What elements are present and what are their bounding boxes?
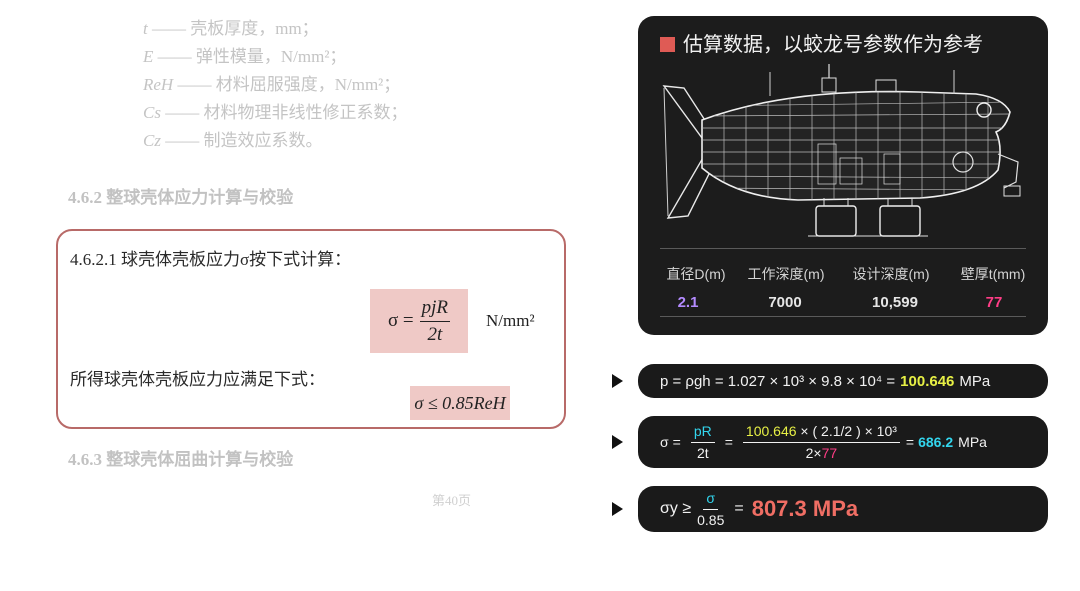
f2-equals-2: = (724, 434, 733, 450)
section-heading-463: 4.6.3 整球壳体屈曲计算与校验 (68, 450, 294, 469)
formula-denominator: 2t (427, 323, 443, 345)
f2-big-den: 2×77 (806, 443, 838, 462)
faded-def-reh: ReH —— 材料屈服强度，N/mm²； (143, 70, 400, 95)
f3-num: σ (703, 490, 719, 510)
page-number: 第40页 (432, 493, 472, 508)
f1-result: 100.646 (900, 372, 955, 390)
submarine-data-card: 估算数据，以蛟龙号参数作为参考 直径D(m) 工作深度(m) 设计深度(m) 壁… (638, 16, 1048, 335)
f1-expression: p = ρgh = 1.027 × 10³ × 9.8 × 10⁴ = (660, 372, 896, 390)
f2-pr-fraction: pR 2t (690, 423, 715, 462)
bullet-arrow-icon (612, 502, 623, 516)
pressure-formula-pill: p = ρgh = 1.027 × 10³ × 9.8 × 10⁴ = 100.… (638, 364, 1048, 398)
condition-text: 所得球壳体壳板应力应满足下式： (70, 370, 325, 389)
value-design-depth: 10,599 (872, 294, 918, 311)
formula-lhs: σ = (387, 310, 414, 331)
faded-def-cs: Cs —— 材料物理非线性修正系数； (143, 98, 407, 123)
value-thickness: 77 (985, 294, 1003, 311)
f2-equals-3: = (905, 434, 915, 450)
red-square-icon (660, 37, 675, 52)
highlighted-clause-box: 4.6.2.1 球壳体壳板应力σ按下式计算： σ = pjR 2t N/mm² … (56, 229, 566, 429)
f2-big-den-t: 77 (821, 444, 838, 461)
f2-equals: = (672, 434, 681, 450)
f1-unit: MPa (959, 372, 991, 390)
condition-formula: σ ≤ 0.85ReH (410, 386, 510, 420)
def-symbol: ReH (143, 75, 174, 94)
f3-lhs: σy ≥ (660, 500, 692, 517)
stress-formula-pill: σ = pR 2t = 100.646 × ( 2.1/2 ) × 10³ 2×… (638, 416, 1048, 468)
card-title-text: 估算数据，以蛟龙号参数作为参考 (683, 34, 983, 56)
f2-unit: MPa (958, 434, 987, 450)
f2-big-fraction: 100.646 × ( 2.1/2 ) × 10³ 2×77 (742, 422, 900, 462)
header-working-depth: 工作深度(m) (747, 266, 825, 282)
def-text: —— 弹性模量，N/mm²； (157, 47, 347, 66)
bullet-arrow-icon (612, 435, 623, 449)
def-symbol: Cs (143, 103, 161, 122)
stress-formula: σ = pjR 2t (370, 289, 468, 353)
bullet-arrow-icon (612, 374, 623, 388)
f2-sigma: σ (660, 434, 669, 450)
section-heading-462: 4.6.2 整球壳体应力计算与校验 (68, 188, 294, 207)
f2-result: 686.2 (918, 434, 954, 450)
f2-pr-den: 2t (696, 444, 709, 461)
submarine-wireframe-image (662, 64, 1021, 237)
f2-big-num-rest: × ( 2.1/2 ) × 10³ (800, 422, 897, 439)
f2-big-num: 100.646 × ( 2.1/2 ) × 10³ (742, 422, 900, 443)
f2-big-den-pre: 2× (805, 444, 822, 461)
def-symbol: t (143, 19, 148, 38)
table-top-rule (660, 248, 1026, 249)
formula-numerator: pjR (419, 297, 451, 322)
faded-def-cz: Cz —— 制造效应系数。 (143, 126, 322, 151)
yield-formula-pill: σy ≥ σ 0.85 = 807.3 MPa (638, 486, 1048, 532)
f2-pr-num: pR (690, 423, 715, 443)
def-text: —— 材料屈服强度，N/mm²； (177, 75, 401, 94)
formula-unit: N/mm² (486, 311, 535, 330)
f3-den: 0.85 (697, 511, 725, 528)
faded-def-e: E —— 弹性模量，N/mm²； (143, 42, 346, 67)
header-design-depth: 设计深度(m) (852, 266, 930, 282)
formula-fraction: pjR 2t (419, 297, 451, 346)
header-thickness: 壁厚t(mm) (960, 266, 1026, 282)
def-text: —— 材料物理非线性修正系数； (165, 103, 408, 122)
card-title: 估算数据，以蛟龙号参数作为参考 (660, 28, 983, 57)
faded-def-t: t —— 壳板厚度，mm； (143, 14, 319, 39)
f2-big-num-val: 100.646 (745, 422, 797, 439)
def-text: —— 制造效应系数。 (165, 131, 323, 150)
def-text: —— 壳板厚度，mm； (151, 19, 319, 38)
f3-equals: = (734, 500, 744, 517)
f3-fraction: σ 0.85 (697, 490, 724, 529)
header-diameter: 直径D(m) (666, 266, 726, 282)
def-symbol: E (143, 47, 154, 66)
clause-4621-text: 4.6.2.1 球壳体壳板应力σ按下式计算： (70, 250, 352, 269)
f3-result: 807.3 MPa (751, 496, 859, 521)
value-working-depth: 7000 (768, 294, 802, 311)
def-symbol: Cz (143, 131, 161, 150)
table-bottom-rule (660, 316, 1026, 317)
value-diameter: 2.1 (677, 294, 699, 311)
